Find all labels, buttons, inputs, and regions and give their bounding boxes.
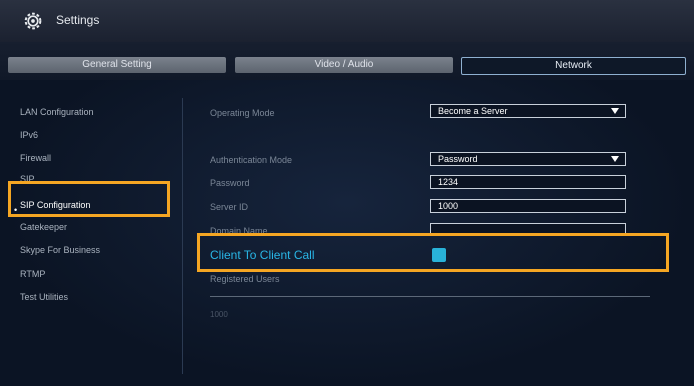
sidebar-item-lan-configuration[interactable]: LAN Configuration bbox=[20, 107, 94, 117]
authentication-mode-value: Password bbox=[438, 154, 478, 164]
sidebar-item-firewall[interactable]: Firewall bbox=[20, 153, 51, 163]
operating-mode-label: Operating Mode bbox=[210, 108, 275, 118]
password-label: Password bbox=[210, 178, 250, 188]
tab-network[interactable]: Network bbox=[461, 57, 686, 75]
registered-users-divider bbox=[210, 296, 650, 297]
sidebar-item-skype-for-business[interactable]: Skype For Business bbox=[20, 245, 100, 255]
tab-general-setting[interactable]: General Setting bbox=[8, 57, 226, 73]
sidebar-item-rtmp[interactable]: RTMP bbox=[20, 269, 45, 279]
sidebar-divider bbox=[182, 98, 183, 374]
server-id-label: Server ID bbox=[210, 202, 249, 212]
sip-configuration-highlight bbox=[8, 181, 170, 217]
registered-users-value: 1000 bbox=[210, 310, 228, 319]
sidebar-item-test-utilities[interactable]: Test Utilities bbox=[20, 292, 68, 302]
tab-video-audio[interactable]: Video / Audio bbox=[235, 57, 453, 73]
sidebar-item-ipv6[interactable]: IPv6 bbox=[20, 130, 38, 140]
sidebar-item-gatekeeper[interactable]: Gatekeeper bbox=[20, 222, 67, 232]
registered-users-label: Registered Users bbox=[210, 274, 280, 284]
chevron-down-icon bbox=[611, 108, 619, 114]
authentication-mode-select[interactable]: Password bbox=[430, 152, 626, 166]
page-title: Settings bbox=[56, 13, 100, 27]
authentication-mode-label: Authentication Mode bbox=[210, 155, 293, 165]
client-to-client-highlight bbox=[197, 233, 669, 272]
chevron-down-icon bbox=[611, 156, 619, 162]
operating-mode-value: Become a Server bbox=[438, 106, 508, 116]
title-bar: Settings bbox=[0, 0, 694, 42]
server-id-field[interactable]: 1000 bbox=[430, 199, 626, 213]
gear-icon bbox=[24, 12, 42, 30]
password-field[interactable]: 1234 bbox=[430, 175, 626, 189]
operating-mode-select[interactable]: Become a Server bbox=[430, 104, 626, 118]
